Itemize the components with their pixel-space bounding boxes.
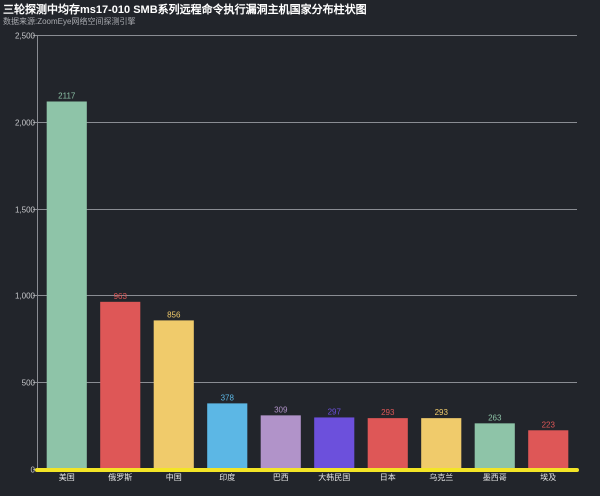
x-category-label: 埃及 — [540, 472, 556, 482]
y-tick-label: 500 — [22, 379, 36, 388]
value-label: 293 — [381, 408, 395, 417]
y-tick-label: 1,000 — [15, 292, 36, 301]
bar-chart: 0 500 1,000 1,500 2,000 2,500 2117 美国 963 俄罗斯 856 中… — [15, 32, 579, 482]
bar — [367, 418, 408, 469]
x-category-label: 美国 — [59, 472, 75, 482]
y-tick-label: 2,500 — [15, 32, 36, 41]
bar — [46, 101, 87, 469]
x-category-label: 日本 — [380, 472, 396, 482]
bar — [207, 403, 248, 469]
value-label: 963 — [114, 292, 128, 301]
x-category-label: 乌克兰 — [429, 472, 453, 482]
x-category-label: 巴西 — [273, 473, 289, 482]
x-category-label: 中国 — [166, 472, 182, 482]
chart-subtitle: 数据来源:ZoomEye网络空间探测引擎 — [3, 17, 136, 26]
bar — [314, 417, 355, 469]
value-label: 223 — [542, 420, 556, 429]
y-tick-label: 1,500 — [15, 206, 36, 215]
y-tick-label: 0 — [31, 466, 36, 475]
x-category-label: 俄罗斯 — [108, 472, 132, 482]
value-label: 378 — [221, 393, 235, 402]
x-category-label: 墨西哥 — [483, 473, 507, 482]
bar — [153, 320, 194, 469]
bar — [260, 415, 301, 469]
value-label: 263 — [488, 413, 502, 422]
y-tick-label: 2,000 — [15, 119, 36, 128]
value-label: 309 — [274, 405, 288, 414]
bar — [421, 418, 462, 469]
chart-page: 0 500 1,000 1,500 2,000 2,500 2117 美国 963 俄罗斯 856 中… — [0, 0, 600, 496]
x-category-label: 大韩民国 — [318, 472, 350, 482]
value-label: 297 — [328, 407, 342, 416]
value-label: 293 — [435, 408, 449, 417]
bar — [474, 423, 515, 469]
chart-title: 三轮探测中均存ms17-010 SMB系列远程命令执行漏洞主机国家分布柱状图 — [3, 4, 367, 16]
value-label: 856 — [167, 310, 181, 319]
bar — [100, 301, 141, 469]
bar — [528, 430, 569, 469]
x-category-label: 印度 — [219, 472, 235, 482]
value-label: 2117 — [58, 91, 76, 100]
